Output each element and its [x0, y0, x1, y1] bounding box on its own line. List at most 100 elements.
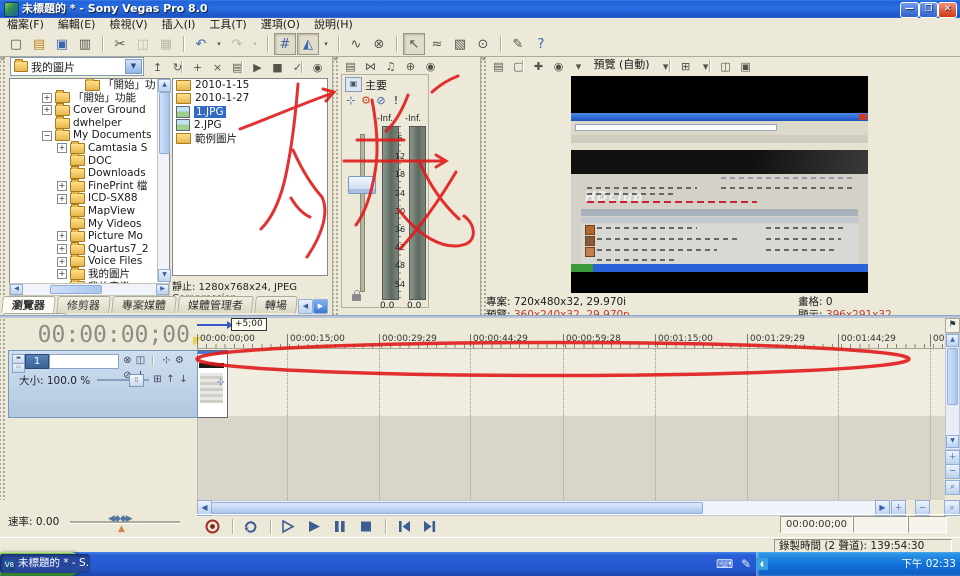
scroll-right-icon[interactable]: ▶ [156, 284, 169, 295]
new-project-button[interactable]: ▢ [5, 33, 27, 55]
cut-button[interactable]: ✂ [109, 33, 131, 55]
track-move-up-button[interactable]: ↑ [164, 373, 177, 387]
tray-volume-icon[interactable]: ◖ [756, 558, 768, 570]
split-screen-view-button[interactable]: ◉ [549, 57, 568, 75]
selection-length-field[interactable] [908, 516, 947, 533]
bus-insert-fx-button[interactable]: ⊹ [344, 93, 358, 107]
scroll-down-icon[interactable]: ▼ [158, 269, 171, 282]
tree-vertical-scrollbar[interactable]: ▲ ▼ [157, 79, 169, 281]
pause-button[interactable] [329, 517, 351, 536]
redo-button[interactable]: ↷ [226, 33, 248, 55]
insert-bus-button[interactable]: ⋈ [361, 57, 380, 75]
selection-start-field[interactable]: 00:00:00;00 [780, 516, 853, 533]
tree-item[interactable]: Downloads [10, 167, 169, 180]
bus-fx-button[interactable]: ⚙ [359, 93, 373, 107]
paint-tool-button[interactable]: ✎ [507, 33, 529, 55]
dock-tab[interactable]: 轉場 [254, 296, 298, 313]
render-as-button[interactable]: ▥ [74, 33, 96, 55]
shuttle-knob[interactable]: ◀◆◆▶ [108, 514, 132, 524]
whats-this-help-button[interactable]: ? [530, 33, 552, 55]
master-fader-rail[interactable] [360, 134, 365, 292]
tree-toggle[interactable]: + [42, 105, 52, 115]
record-devices-button[interactable]: ◉ [421, 57, 440, 75]
minimize-button[interactable]: — [900, 2, 919, 18]
play-button[interactable] [304, 517, 326, 536]
go-to-end-button[interactable] [419, 517, 441, 536]
copy-button[interactable]: ◫ [132, 33, 154, 55]
scroll-left-icon[interactable]: ◀ [10, 284, 23, 295]
tree-item[interactable]: −My Documents [10, 129, 169, 142]
zoom-tool-button[interactable]: ⌕ [945, 480, 960, 495]
video-output-fx-button[interactable]: ✚ [529, 57, 548, 75]
tree-horizontal-scrollbar[interactable]: ◀ ▶ [9, 283, 170, 296]
scroll-thumb[interactable] [50, 285, 102, 294]
lock-envelopes-button[interactable]: ∿ [345, 33, 367, 55]
play-from-start-button[interactable] [278, 517, 300, 536]
tree-toggle[interactable]: + [57, 143, 67, 153]
fader-lock-icon[interactable] [352, 294, 361, 301]
preview-quality-label[interactable]: 預覽 (自動) [592, 56, 652, 74]
scroll-up-icon[interactable]: ▲ [946, 334, 959, 347]
tree-toggle[interactable]: + [57, 231, 67, 241]
copy-snapshot-button[interactable]: ◫ [716, 57, 735, 75]
tree-toggle[interactable]: + [42, 93, 52, 103]
menu-item[interactable]: 檔案(F) [0, 18, 51, 32]
tree-item[interactable]: 「開始」功 [10, 79, 169, 92]
tree-toggle[interactable]: + [57, 257, 67, 267]
dock-tab[interactable]: 媒體管理者 [177, 296, 254, 313]
track-bypass-fx-button[interactable]: ⊗ [121, 354, 134, 368]
file-item[interactable]: 範例圖片 [173, 133, 327, 146]
tree-item[interactable]: +Quartus7_2 [10, 243, 169, 256]
stop-preview-button[interactable]: ■ [268, 58, 287, 76]
ignore-event-grouping-button[interactable]: ⊗ [368, 33, 390, 55]
bus-mute-button[interactable]: ⊘ [374, 93, 388, 107]
start-preview-button[interactable]: ▶ [248, 58, 267, 76]
split-screen-dropdown[interactable]: ▾ [569, 57, 588, 75]
enable-snapping-button[interactable]: # [274, 33, 296, 55]
auto-ripple-dropdown[interactable]: ▾ [320, 33, 332, 55]
preview-properties-button[interactable]: ▤ [489, 57, 508, 75]
panel-close-icon[interactable]: ✕ [333, 56, 340, 64]
tree-item[interactable]: dwhelper [10, 117, 169, 130]
track-composite-child-button[interactable]: ⊞ [151, 373, 164, 387]
tree-item[interactable]: +「開始」功能 [10, 92, 169, 105]
file-item[interactable]: 1.JPG [173, 106, 327, 119]
video-event-clip[interactable]: ⊹ [197, 350, 228, 418]
scroll-thumb[interactable] [947, 348, 958, 405]
undo-button[interactable]: ↶ [190, 33, 212, 55]
redo-dropdown[interactable]: ▾ [249, 33, 261, 55]
panel-close-icon[interactable]: ✕ [0, 56, 7, 64]
panel-close-icon[interactable]: ✕ [481, 56, 488, 64]
track-lane[interactable] [197, 350, 945, 417]
bus-solo-button[interactable]: ! [389, 93, 403, 107]
menu-item[interactable]: 插入(I) [155, 18, 203, 32]
tree-item[interactable]: +ICD-SX88 [10, 192, 169, 205]
scroll-up-icon[interactable]: ▲ [158, 79, 171, 92]
tree-item[interactable]: My Videos [10, 218, 169, 231]
media-properties-button[interactable]: ▤ [228, 58, 247, 76]
preview-quality-dropdown[interactable]: ▾ [656, 57, 675, 75]
cursor-timecode-display[interactable]: 00:00:00;00 [0, 322, 190, 348]
download-media-button[interactable]: ◉ [308, 58, 327, 76]
tree-item[interactable]: +Picture Mo [10, 230, 169, 243]
track-fx-button[interactable]: ⚙ [173, 354, 186, 368]
loop-region-indicator[interactable] [197, 324, 227, 326]
tree-item[interactable]: +Voice Files [10, 255, 169, 268]
file-item[interactable]: 2.JPG [173, 119, 327, 132]
language-pen-icon[interactable]: ✎ [741, 557, 751, 571]
menu-item[interactable]: 編輯(E) [51, 18, 103, 32]
track-number[interactable]: 1 [25, 354, 49, 369]
taskbar-clock[interactable]: 下午 02:33 [901, 552, 956, 576]
track-size-slider-handle[interactable]: ▯ [129, 374, 144, 387]
tree-toggle[interactable]: − [42, 131, 52, 141]
panel-grip[interactable]: ✕ [0, 56, 7, 296]
insert-assignable-fx-button[interactable]: ♫ [381, 57, 400, 75]
go-to-start-button[interactable] [393, 517, 415, 536]
tree-item[interactable]: MapView [10, 205, 169, 218]
tree-item[interactable]: +Camtasia S [10, 142, 169, 155]
mixer-properties-button[interactable]: ▤ [341, 57, 360, 75]
address-combo[interactable]: 我的圖片 ▼ [10, 57, 144, 76]
dock-tab[interactable]: 修剪器 [56, 296, 111, 313]
normal-edit-tool-button[interactable]: ↖ [403, 33, 425, 55]
menu-item[interactable]: 工具(T) [202, 18, 253, 32]
